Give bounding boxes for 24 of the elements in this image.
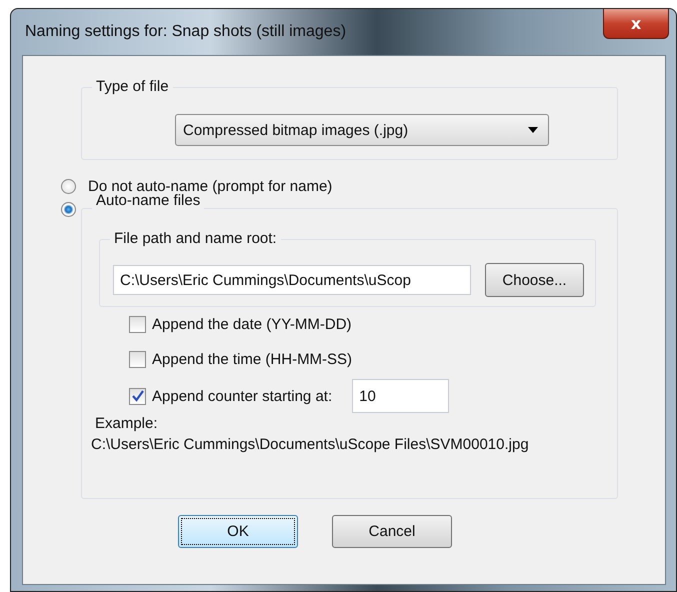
- checkbox-label: Append the time (HH-MM-SS): [152, 351, 352, 368]
- checkbox[interactable]: [129, 388, 146, 404]
- ok-button[interactable]: OK: [178, 515, 298, 548]
- checkbox[interactable]: [129, 351, 146, 368]
- checkmark-icon: [132, 390, 144, 402]
- path-field[interactable]: C:\Users\Eric Cummings\Documents\uScop: [113, 265, 471, 295]
- group-label: Auto-name files: [92, 192, 204, 210]
- dropdown-arrow-icon: [528, 127, 538, 133]
- group-label: File path and name root:: [110, 230, 281, 248]
- checkbox[interactable]: [129, 316, 146, 333]
- counter-field[interactable]: 10: [352, 379, 450, 413]
- choose-button[interactable]: Choose...: [485, 263, 584, 297]
- file-type-dropdown[interactable]: Compressed bitmap images (.jpg): [175, 114, 549, 146]
- window-title: Naming settings for: Snap shots (still images): [25, 23, 346, 41]
- example-label: Example:: [95, 415, 158, 432]
- cancel-button[interactable]: Cancel: [332, 515, 452, 548]
- checkbox-label: Append counter starting at:: [152, 388, 332, 404]
- radio-button[interactable]: [61, 202, 76, 217]
- checkbox-label: Append the date (YY-MM-DD): [152, 316, 352, 333]
- close-button[interactable]: x: [603, 9, 669, 39]
- group-label: Type of file: [92, 78, 173, 96]
- radio-label: Do not auto-name (prompt for name): [88, 178, 332, 195]
- radio-button[interactable]: [61, 179, 76, 194]
- example-path: C:\Users\Eric Cummings\Documents\uScope Files\SVM00010.jpg: [91, 436, 529, 453]
